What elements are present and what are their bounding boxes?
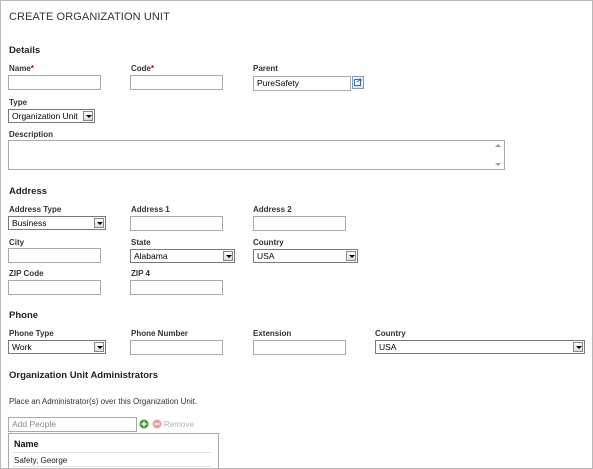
address-country-value: USA [257, 251, 275, 261]
name-input[interactable] [8, 75, 101, 90]
details-heading: Details [9, 45, 41, 56]
grid-divider [13, 466, 211, 467]
chevron-down-icon [94, 218, 104, 228]
org-picker-icon[interactable] [352, 76, 364, 89]
phone-type-select[interactable]: Work [8, 340, 106, 354]
add-circle-icon[interactable] [139, 419, 149, 429]
address-country-label: Country [253, 238, 284, 247]
state-select[interactable]: Alabama [130, 249, 235, 263]
city-input[interactable] [8, 248, 101, 263]
address2-label: Address 2 [253, 205, 292, 214]
required-mark: * [30, 64, 34, 73]
remove-circle-icon[interactable] [152, 419, 162, 429]
state-value: Alabama [134, 251, 168, 261]
phone-number-label: Phone Number [131, 329, 188, 338]
address1-label: Address 1 [131, 205, 170, 214]
grid-divider [13, 452, 211, 453]
add-people-input[interactable]: Add People [8, 417, 137, 432]
table-row[interactable]: Safety, George [14, 456, 67, 465]
description-textarea[interactable] [8, 140, 505, 170]
zip4-input[interactable] [130, 280, 223, 295]
remove-button[interactable]: Remove [164, 420, 194, 429]
chevron-down-icon [83, 111, 93, 121]
code-label: Code* [131, 64, 155, 73]
zip-label: ZIP Code [9, 269, 44, 278]
extension-label: Extension [253, 329, 292, 338]
parent-input[interactable]: PureSafety [253, 76, 351, 91]
extension-input[interactable] [253, 340, 346, 355]
description-label: Description [9, 130, 54, 139]
phone-country-value: USA [379, 342, 397, 352]
phone-heading: Phone [9, 310, 39, 321]
required-mark: * [151, 64, 155, 73]
chevron-down-icon [94, 342, 104, 352]
type-select[interactable]: Organization Unit [8, 109, 95, 123]
admins-grid: Name Safety, George [8, 433, 219, 468]
phone-country-select[interactable]: USA [375, 340, 585, 354]
page-title: CREATE ORGANIZATION UNIT [9, 11, 170, 23]
parent-label: Parent [253, 64, 278, 73]
phone-country-label: Country [375, 329, 406, 338]
address-country-select[interactable]: USA [253, 249, 358, 263]
address2-input[interactable] [253, 216, 346, 231]
admins-hint: Place an Administrator(s) over this Orga… [9, 397, 198, 406]
chevron-down-icon [573, 342, 583, 352]
city-label: City [9, 238, 25, 247]
chevron-down-icon [346, 251, 356, 261]
zip-input[interactable] [8, 280, 101, 295]
type-select-value: Organization Unit [12, 111, 78, 121]
address-type-select[interactable]: Business [8, 216, 106, 230]
create-org-unit-window: CREATE ORGANIZATION UNIT Details Name* C… [0, 0, 593, 469]
address1-input[interactable] [130, 216, 223, 231]
scroll-down-icon[interactable] [495, 163, 501, 166]
address-type-label: Address Type [9, 205, 62, 214]
grid-header-name[interactable]: Name [14, 439, 39, 449]
type-label: Type [9, 98, 28, 107]
code-input[interactable] [130, 75, 223, 90]
phone-number-input[interactable] [130, 340, 223, 355]
zip4-label: ZIP 4 [131, 269, 150, 278]
phone-type-label: Phone Type [9, 329, 54, 338]
state-label: State [131, 238, 151, 247]
name-label: Name* [9, 64, 34, 73]
scroll-up-icon[interactable] [495, 144, 501, 147]
address-heading: Address [9, 186, 48, 197]
address-type-value: Business [12, 218, 47, 228]
chevron-down-icon [223, 251, 233, 261]
phone-type-value: Work [12, 342, 32, 352]
admins-heading: Organization Unit Administrators [9, 370, 159, 381]
